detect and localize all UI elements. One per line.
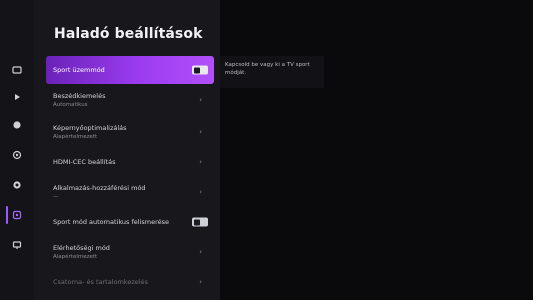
setting-sport-auto-detect[interactable]: Sport mód automatikus felismerése (46, 208, 214, 236)
setting-hdmi-cec[interactable]: HDMI-CEC beállítás › (46, 148, 214, 176)
chevron-right-icon: › (199, 158, 202, 166)
display-icon[interactable] (8, 236, 26, 254)
advanced-settings-icon[interactable] (8, 206, 26, 224)
play-icon[interactable] (8, 88, 26, 106)
chevron-right-icon: › (199, 278, 202, 286)
setting-label: Alkalmazás-hozzáférési mód (53, 183, 146, 192)
setting-speech-enhancement[interactable]: Beszédkiemelés Automatikus › (46, 84, 214, 116)
setting-accessibility-mode[interactable]: Elérhetőségi mód Alapértelmezett › (46, 236, 214, 268)
help-text: Kapcsold be vagy ki a TV sport módját. (225, 62, 310, 76)
setting-label: Sport mód automatikus felismerése (53, 218, 169, 226)
setting-app-access-mode[interactable]: Alkalmazás-hozzáférési mód — › (46, 176, 214, 208)
setting-label: Elérhetőségi mód (53, 243, 110, 252)
setting-label: Csatorna- és tartalomkezelés (53, 278, 148, 286)
setting-value: Alapértelmezett (53, 253, 98, 260)
side-rail (0, 0, 34, 300)
setting-label: Képernyőoptimalizálás (53, 123, 127, 132)
sport-mode-toggle[interactable] (192, 65, 208, 75)
network-icon[interactable] (8, 176, 26, 194)
input-source-icon[interactable] (8, 61, 26, 79)
setting-label: Sport üzemmód (53, 66, 105, 74)
setting-value: Alapértelmezett (53, 133, 98, 140)
setting-value: Automatikus (53, 101, 88, 108)
sound-icon[interactable] (8, 146, 26, 164)
help-tooltip: Kapcsold be vagy ki a TV sport módját. (220, 56, 324, 88)
chevron-right-icon: › (199, 188, 202, 196)
setting-screen-optimization[interactable]: Képernyőoptimalizálás Alapértelmezett › (46, 116, 214, 148)
setting-sport-mode[interactable]: Sport üzemmód (46, 56, 214, 84)
setting-channel-management[interactable]: Csatorna- és tartalomkezelés › (46, 268, 214, 296)
chevron-right-icon: › (199, 96, 202, 104)
settings-list: Sport üzemmód Beszédkiemelés Automatikus… (46, 56, 214, 296)
chevron-right-icon: › (199, 248, 202, 256)
chevron-right-icon: › (199, 128, 202, 136)
globe-icon[interactable] (8, 116, 26, 134)
setting-label: Beszédkiemelés (53, 91, 106, 100)
setting-value: — (53, 193, 59, 200)
page-title: Haladó beállítások (54, 26, 203, 42)
sport-auto-detect-toggle[interactable] (192, 217, 208, 227)
setting-label: HDMI-CEC beállítás (53, 158, 116, 166)
